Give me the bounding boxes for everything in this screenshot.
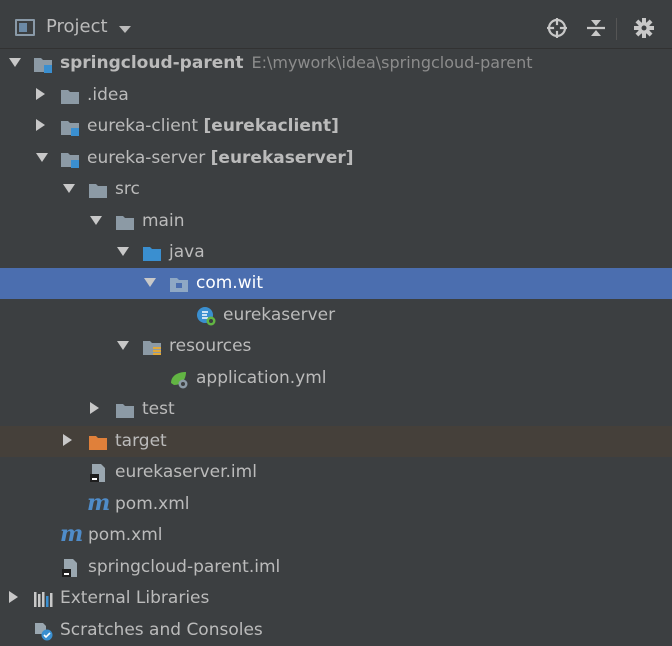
tree-node-main[interactable]: main — [0, 206, 672, 237]
project-tool-window: Project springcloud-parent E:\mywork\ide… — [0, 0, 672, 646]
locate-icon[interactable] — [545, 16, 569, 40]
expanded-arrow-icon[interactable] — [117, 341, 129, 350]
tree-label: application.yml — [196, 368, 327, 388]
module-folder-icon — [34, 58, 52, 73]
tree-node-scratches[interactable]: Scratches and Consoles — [0, 615, 672, 646]
tree-label: target — [115, 431, 167, 451]
package-icon — [170, 278, 188, 292]
spring-boot-class-icon — [197, 307, 216, 326]
expanded-arrow-icon[interactable] — [117, 247, 129, 256]
tree-label: Scratches and Consoles — [60, 620, 263, 640]
module-folder-icon — [61, 153, 79, 168]
collapsed-arrow-icon[interactable] — [36, 119, 45, 131]
tree-node-springcloud-parent[interactable]: springcloud-parent E:\mywork\idea\springc… — [0, 48, 672, 79]
tree-label: com.wit — [196, 273, 264, 293]
root-module-path: E:\mywork\idea\springcloud-parent — [251, 53, 533, 72]
tree-node-eureka-client[interactable]: eureka-client [eurekaclient] — [0, 111, 672, 142]
maven-icon: m — [60, 521, 84, 547]
expanded-arrow-icon[interactable] — [9, 58, 21, 67]
module-name: eureka-server — [87, 148, 206, 168]
tree-label: main — [142, 211, 185, 231]
tree-node-test[interactable]: test — [0, 394, 672, 425]
folder-icon — [89, 184, 107, 198]
collapsed-arrow-icon[interactable] — [63, 434, 72, 446]
project-view-icon[interactable] — [15, 19, 35, 36]
tree-label: test — [142, 399, 175, 419]
root-module-name: springcloud-parent — [60, 53, 244, 73]
excluded-folder-icon — [89, 436, 107, 450]
collapsed-arrow-icon[interactable] — [90, 402, 99, 414]
expanded-arrow-icon[interactable] — [36, 153, 48, 162]
project-title[interactable]: Project — [46, 16, 108, 37]
folder-icon — [61, 90, 79, 104]
expanded-arrow-icon[interactable] — [90, 216, 102, 225]
toolbar-divider — [616, 18, 617, 40]
tree-node-root-pom[interactable]: m pom.xml — [0, 520, 672, 551]
tree-node-external-libraries[interactable]: External Libraries — [0, 583, 672, 614]
tree-label: eurekaserver — [223, 305, 336, 325]
tree-node-server-pom[interactable]: m pom.xml — [0, 489, 672, 520]
settings-gear-icon[interactable] — [632, 16, 656, 40]
tree-node-idea[interactable]: .idea — [0, 80, 672, 111]
iml-file-icon — [62, 559, 77, 577]
tree-node-java[interactable]: java — [0, 237, 672, 268]
maven-icon: m — [87, 490, 111, 516]
tree-node-eurekaserver-iml[interactable]: eurekaserver.iml — [0, 457, 672, 488]
tree-node-com-wit[interactable]: com.wit — [0, 268, 672, 299]
tree-label: pom.xml — [88, 525, 163, 545]
tree-node-application-yml[interactable]: application.yml — [0, 363, 672, 394]
tree-label: springcloud-parent.iml — [88, 557, 281, 577]
module-folder-icon — [61, 121, 79, 136]
tree-node-target[interactable]: target — [0, 426, 672, 457]
tree-label: .idea — [87, 85, 129, 105]
tree-node-src[interactable]: src — [0, 174, 672, 205]
module-artifact-tag: [eurekaclient] — [203, 116, 339, 136]
tree-label: pom.xml — [115, 494, 190, 514]
tree-label: resources — [169, 336, 252, 356]
tree-label: eurekaserver.iml — [115, 462, 257, 482]
tree-node-resources[interactable]: resources — [0, 331, 672, 362]
folder-icon — [116, 404, 134, 418]
tree-label: java — [169, 242, 205, 262]
module-name: eureka-client — [87, 116, 199, 136]
tree-node-eureka-server[interactable]: eureka-server [eurekaserver] — [0, 143, 672, 174]
source-folder-icon — [143, 247, 161, 261]
expanded-arrow-icon[interactable] — [63, 184, 75, 193]
collapsed-arrow-icon[interactable] — [36, 88, 45, 100]
iml-file-icon — [90, 464, 105, 482]
project-header: Project — [0, 10, 672, 49]
spring-config-icon — [171, 372, 188, 389]
tree-node-root-iml[interactable]: springcloud-parent.iml — [0, 552, 672, 583]
folder-icon — [116, 216, 134, 230]
tree-label: External Libraries — [60, 588, 210, 608]
chevron-down-icon[interactable] — [119, 26, 131, 33]
scratches-icon — [35, 623, 53, 641]
resources-folder-icon — [143, 341, 161, 355]
tree-label: src — [115, 179, 140, 199]
collapse-all-icon[interactable] — [584, 16, 608, 40]
module-artifact-tag: [eurekaserver] — [210, 148, 354, 168]
collapsed-arrow-icon[interactable] — [9, 591, 18, 603]
libraries-icon — [34, 592, 53, 607]
expanded-arrow-icon[interactable] — [144, 278, 156, 287]
tree-node-eurekaserver-class[interactable]: eurekaserver — [0, 300, 672, 331]
